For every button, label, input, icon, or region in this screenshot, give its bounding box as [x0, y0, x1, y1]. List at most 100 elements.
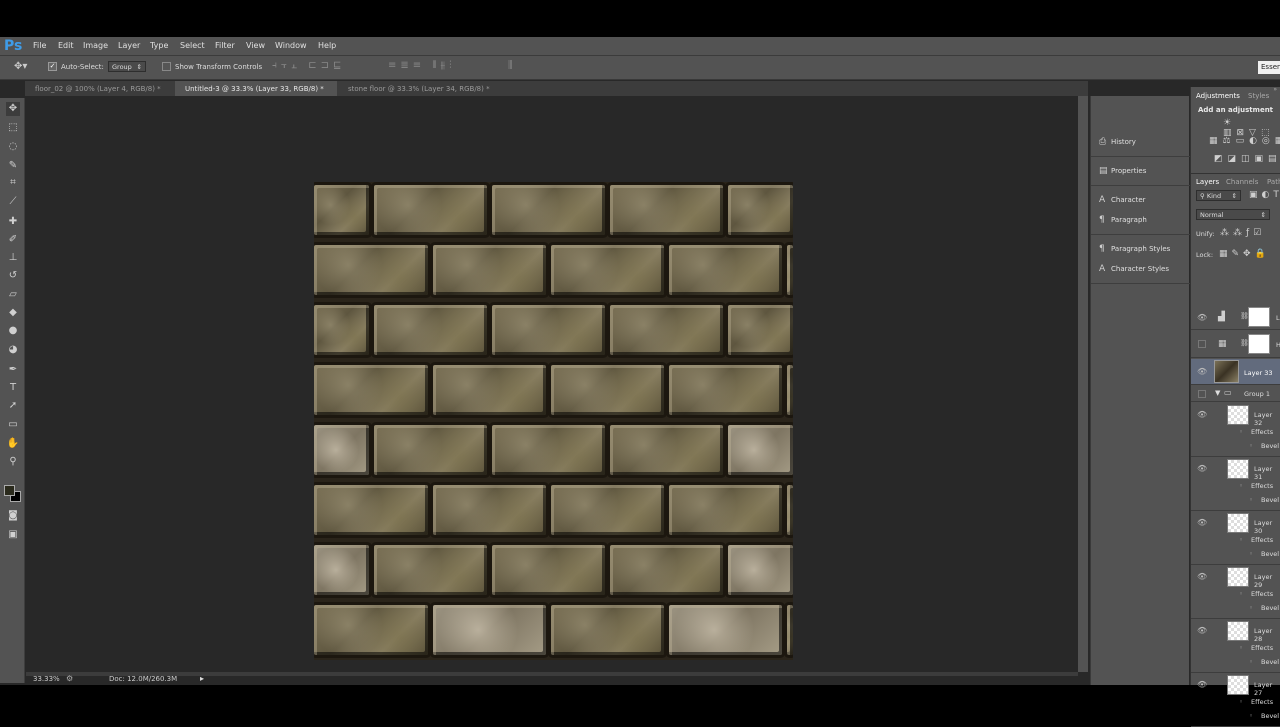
menu-filter[interactable]: Filter [215, 41, 235, 50]
tab-styles[interactable]: Styles [1248, 92, 1269, 100]
visibility-eye-icon[interactable]: 👁 [1197, 572, 1207, 581]
unify-icons[interactable]: ⁂⁂ƒ☑ [1220, 228, 1265, 238]
layer-row[interactable]: 👁 Layer 31 ◦ Effects ◦ Bevel [1191, 457, 1280, 511]
layer-row-group[interactable]: ▼ ▭ Group 1 [1191, 386, 1280, 402]
quick-mask-icon[interactable]: ◙ [6, 509, 20, 523]
rectangle-icon[interactable]: ▭ [6, 418, 20, 432]
tab-layers[interactable]: Layers [1196, 178, 1219, 186]
visibility-eye-icon[interactable]: 👁 [1197, 626, 1207, 635]
blur-icon[interactable]: ● [6, 324, 20, 338]
layer-filter-kind[interactable]: ⚲ Kind ⇕ [1196, 190, 1241, 201]
effect-eye-icon[interactable]: ◦ [1249, 550, 1253, 558]
properties-panel-button[interactable]: ▤ Properties [1099, 166, 1146, 176]
layer-row-selected[interactable]: 👁 Layer 33 [1191, 359, 1280, 385]
tab-stone-floor[interactable]: stone floor @ 33.3% (Layer 34, RGB/8) * [338, 81, 508, 96]
adjustment-icons-row-1[interactable]: ☀▥⊠▽⬚ [1223, 118, 1280, 138]
eraser-icon[interactable]: ▱ [6, 288, 20, 302]
brick-texture-canvas[interactable] [314, 182, 793, 660]
visibility-eye-icon[interactable]: 👁 [1197, 367, 1207, 376]
status-menu-arrow-icon[interactable]: ▸ [200, 674, 204, 683]
visibility-eye-icon[interactable]: 👁 [1197, 518, 1207, 527]
character-panel-button[interactable]: A Character [1099, 195, 1146, 205]
lasso-icon[interactable]: ◌ [6, 140, 20, 154]
crop-icon[interactable]: ⌗ [6, 176, 20, 190]
move-tool-preset-icon[interactable]: ✥▾ [14, 61, 27, 72]
menu-view[interactable]: View [246, 41, 265, 50]
visibility-off-box[interactable] [1198, 390, 1206, 398]
layer-row[interactable]: ▦ ⛓ H [1191, 331, 1280, 358]
paint-bucket-icon[interactable]: ◆ [6, 306, 20, 320]
effects-eye-icon[interactable]: ◦ [1239, 590, 1243, 598]
menu-edit[interactable]: Edit [58, 41, 74, 50]
adjustment-icons-row-3[interactable]: ◩◪◫▣▤ [1214, 154, 1280, 164]
effects-eye-icon[interactable]: ◦ [1239, 428, 1243, 436]
zoom-level[interactable]: 33.33% [33, 675, 60, 683]
paragraph-styles-panel-button[interactable]: ¶ Paragraph Styles [1099, 244, 1170, 254]
visibility-off-box[interactable] [1198, 340, 1206, 348]
distribute-icons[interactable]: ≡≣≡ ⫴⫵⫶ [388, 60, 456, 71]
effect-eye-icon[interactable]: ◦ [1249, 442, 1253, 450]
paragraph-panel-button[interactable]: ¶ Paragraph [1099, 215, 1147, 225]
visibility-eye-icon[interactable]: 👁 [1197, 464, 1207, 473]
move-icon[interactable]: ✥ [6, 102, 20, 116]
healing-icon[interactable]: ✚ [6, 215, 20, 229]
menu-select[interactable]: Select [180, 41, 205, 50]
dodge-icon[interactable]: ◕ [6, 343, 20, 357]
quick-select-icon[interactable]: ✎ [6, 159, 20, 173]
visibility-eye-icon[interactable]: 👁 [1197, 680, 1207, 689]
tab-untitled-3[interactable]: Untitled-3 @ 33.3% (Layer 33, RGB/8) * [175, 81, 337, 96]
align-icons[interactable]: ⫞⫟⫠ ⊏⊐⊑ [272, 60, 345, 71]
expand-triangle-icon[interactable]: ▼ [1215, 389, 1220, 397]
history-panel-button[interactable]: ⎙ History [1099, 137, 1136, 147]
tab-paths[interactable]: Path [1267, 178, 1280, 186]
status-info-icon[interactable]: ⚙ [66, 674, 73, 683]
brush-icon[interactable]: ✐ [6, 233, 20, 247]
effects-eye-icon[interactable]: ◦ [1239, 536, 1243, 544]
history-brush-icon[interactable]: ↺ [6, 269, 20, 283]
vertical-scrollbar[interactable] [1078, 96, 1088, 672]
effects-eye-icon[interactable]: ◦ [1239, 482, 1243, 490]
auto-select-checkbox[interactable]: ✓ [48, 62, 57, 71]
path-select-icon[interactable]: ➚ [6, 399, 20, 413]
effect-eye-icon[interactable]: ◦ [1249, 658, 1253, 666]
effect-eye-icon[interactable]: ◦ [1249, 496, 1253, 504]
adjustment-icons-row-2[interactable]: ▦⚖▭◐◎▦ [1209, 136, 1280, 146]
tab-adjustments[interactable]: Adjustments [1196, 92, 1240, 100]
clone-stamp-icon[interactable]: ⊥ [6, 251, 20, 265]
auto-select-dropdown[interactable]: Group ⇕ [108, 61, 146, 72]
type-icon[interactable]: T [6, 381, 20, 395]
marquee-icon[interactable]: ⬚ [6, 121, 20, 135]
layer-row[interactable]: 👁 Layer 28 ◦ Effects ◦ Bevel [1191, 619, 1280, 673]
transform-controls-checkbox[interactable] [162, 62, 171, 71]
menu-layer[interactable]: Layer [118, 41, 140, 50]
layer-row[interactable]: 👁 ▟ ⛓ L [1191, 305, 1280, 330]
filter-icons[interactable]: ▣◐T [1249, 190, 1280, 200]
pen-icon[interactable]: ✒ [6, 363, 20, 377]
menu-window[interactable]: Window [275, 41, 307, 50]
lock-icons[interactable]: ▦✎✥🔒 [1219, 249, 1270, 259]
zoom-icon[interactable]: ⚲ [6, 455, 20, 469]
layer-row[interactable]: 👁 Layer 27 ◦ Effects ◦ Bevel [1191, 673, 1280, 727]
foreground-color-swatch[interactable] [4, 485, 15, 496]
menu-file[interactable]: File [33, 41, 46, 50]
eyedropper-icon[interactable]: ⟋ [6, 195, 20, 209]
visibility-eye-icon[interactable]: 👁 [1197, 313, 1207, 322]
layer-row[interactable]: 👁 Layer 29 ◦ Effects ◦ Bevel [1191, 565, 1280, 619]
visibility-eye-icon[interactable]: 👁 [1197, 410, 1207, 419]
effects-eye-icon[interactable]: ◦ [1239, 698, 1243, 706]
tab-floor-02[interactable]: floor_02 @ 100% (Layer 4, RGB/8) * [25, 81, 175, 96]
screen-mode-icon[interactable]: ▣ [6, 528, 20, 542]
blend-mode-select[interactable]: Normal ⇕ [1196, 209, 1270, 220]
layer-row[interactable]: 👁 Layer 30 ◦ Effects ◦ Bevel [1191, 511, 1280, 565]
hand-icon[interactable]: ✋ [6, 437, 20, 451]
layer-row[interactable]: 👁 Layer 32 ◦ Effects ◦ Bevel [1191, 403, 1280, 457]
menu-help[interactable]: Help [318, 41, 336, 50]
tab-channels[interactable]: Channels [1226, 178, 1258, 186]
effect-eye-icon[interactable]: ◦ [1249, 604, 1253, 612]
auto-align-icon[interactable]: ⫼ [508, 60, 513, 71]
character-styles-panel-button[interactable]: A Character Styles [1099, 264, 1169, 274]
menu-type[interactable]: Type [150, 41, 168, 50]
effect-eye-icon[interactable]: ◦ [1249, 712, 1253, 720]
workspace-button[interactable]: Essen [1258, 61, 1280, 74]
menu-image[interactable]: Image [83, 41, 108, 50]
